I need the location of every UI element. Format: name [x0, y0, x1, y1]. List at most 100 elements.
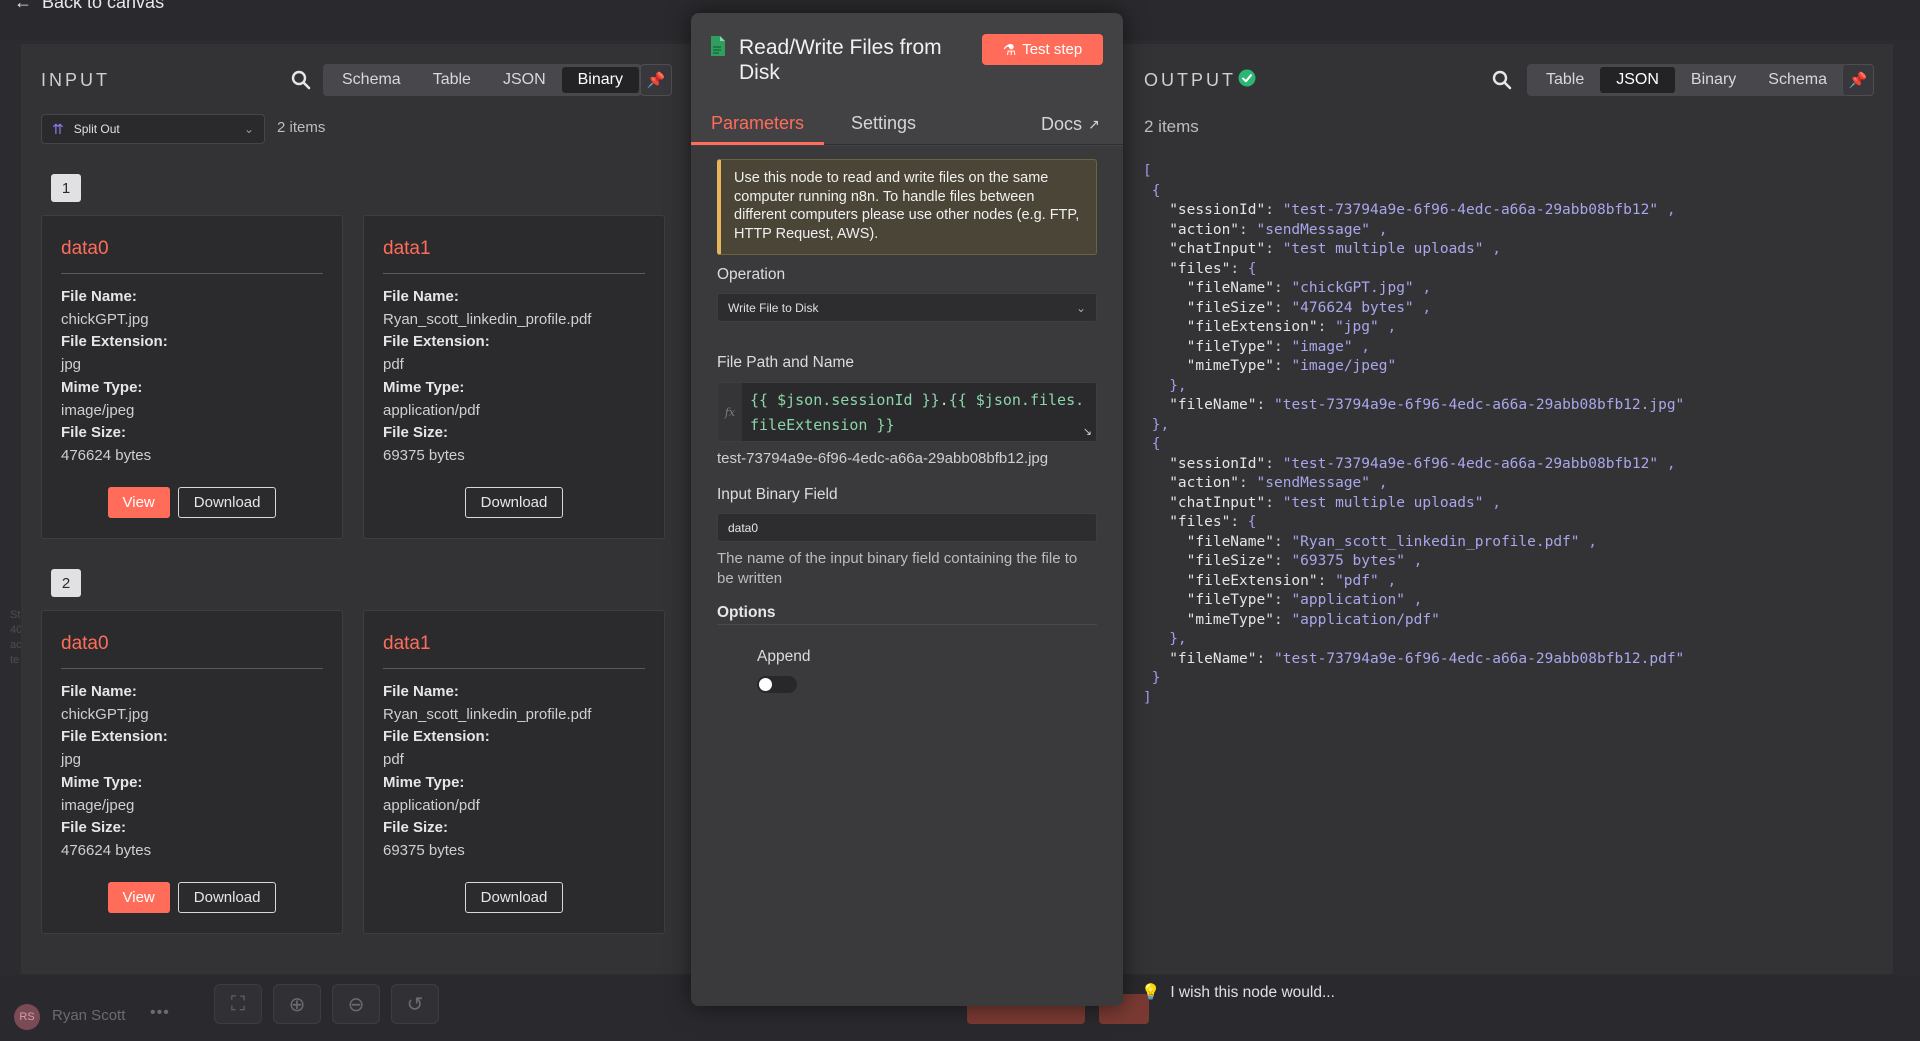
file-size-value: 476624 bytes: [61, 841, 152, 859]
binary-fields: File Name: chickGPT.jpg File Extension: …: [61, 286, 168, 468]
append-label: Append: [757, 648, 811, 665]
back-to-canvas-link[interactable]: ← Back to canvas: [14, 0, 164, 13]
expand-icon[interactable]: ↘: [1083, 425, 1092, 438]
binary-key: data1: [383, 238, 431, 259]
zoom-out-icon: ⊖: [347, 993, 365, 1016]
chevron-down-icon: ⌄: [243, 122, 254, 136]
binary-fields: File Name: Ryan_scott_linkedin_profile.p…: [383, 286, 591, 468]
input-items-count: 2 items: [277, 119, 326, 136]
split-out-icon: ⇈: [52, 120, 64, 137]
node-parameters-body: Use this node to read and write files on…: [691, 146, 1123, 1006]
file-path-expression: {{ $json.sessionId }}.{{ $json.files.fil…: [750, 391, 1085, 434]
download-button[interactable]: Download: [464, 882, 564, 913]
tab-json[interactable]: JSON: [1600, 67, 1675, 93]
item-index-badge: 1: [51, 174, 81, 202]
lightbulb-icon: 💡: [1141, 984, 1161, 1001]
file-path-result: test-73794a9e-6f96-4edc-a66a-29abb08bfb1…: [717, 450, 1049, 467]
zoom-out-button[interactable]: ⊖: [332, 984, 380, 1024]
reset-zoom-button[interactable]: ↺: [391, 984, 439, 1024]
output-view-tabs: Table JSON Binary Schema: [1527, 64, 1846, 96]
mime-type-value: application/pdf: [383, 401, 480, 419]
fullscreen-icon: ⛶: [231, 992, 245, 1015]
more-options-icon[interactable]: •••: [150, 1004, 170, 1022]
file-path-label: File Path and Name: [717, 354, 854, 371]
tab-settings[interactable]: Settings: [851, 103, 916, 145]
divider: [717, 624, 1097, 625]
test-step-button[interactable]: ⚗ Test step: [982, 34, 1103, 65]
binary-key: data0: [61, 633, 109, 654]
file-size-value: 69375 bytes: [383, 841, 465, 859]
search-icon[interactable]: [1488, 66, 1516, 94]
feedback-text: I wish this node would...: [1170, 983, 1335, 1001]
json-output-view: [ { "sessionId": "test-73794a9e-6f96-4ed…: [1143, 163, 1685, 706]
view-button[interactable]: View: [107, 487, 170, 518]
pin-icon: 📌: [646, 72, 666, 89]
operation-label: Operation: [717, 266, 786, 283]
zoom-to-fit-button[interactable]: ⛶: [214, 984, 262, 1024]
node-tabs: Parameters Settings Docs ↗: [691, 103, 1123, 145]
tab-binary[interactable]: Binary: [561, 67, 639, 93]
divider: [61, 273, 323, 274]
tab-parameters[interactable]: Parameters: [691, 103, 825, 145]
avatar[interactable]: RS: [14, 1004, 40, 1030]
zoom-in-icon: ⊕: [288, 993, 306, 1016]
chevron-down-icon: ⌄: [1075, 300, 1086, 315]
input-binary-help: The name of the input binary field conta…: [717, 550, 1078, 587]
pin-data-button[interactable]: 📌: [1842, 64, 1874, 96]
file-path-expression-input[interactable]: fx {{ $json.sessionId }}.{{ $json.files.…: [717, 382, 1097, 442]
operation-select[interactable]: Write File to Disk ⌄: [717, 293, 1097, 322]
tab-binary[interactable]: Binary: [1675, 67, 1752, 93]
file-size-value: 69375 bytes: [383, 446, 465, 464]
download-button[interactable]: Download: [177, 882, 277, 913]
test-step-label: Test step: [1022, 41, 1083, 58]
file-size-value: 476624 bytes: [61, 446, 152, 464]
arrow-left-icon: ←: [14, 0, 32, 12]
view-button[interactable]: View: [107, 882, 170, 913]
flask-icon: ⚗: [1002, 41, 1017, 59]
fx-icon: fx: [718, 383, 742, 441]
item-index-badge: 2: [51, 569, 81, 597]
tab-docs[interactable]: Docs ↗: [1041, 103, 1100, 145]
divider: [61, 668, 323, 669]
append-toggle[interactable]: [757, 676, 797, 693]
tab-schema[interactable]: Schema: [1752, 67, 1843, 93]
node-title[interactable]: Read/Write Files from Disk: [739, 35, 969, 85]
file-name-value: chickGPT.jpg: [61, 705, 149, 723]
file-name-value: chickGPT.jpg: [61, 310, 149, 328]
input-node-select[interactable]: ⇈ Split Out ⌄: [41, 114, 265, 144]
output-items-count: 2 items: [1144, 117, 1199, 136]
search-icon[interactable]: [287, 66, 315, 94]
binary-fields: File Name: Ryan_scott_linkedin_profile.p…: [383, 681, 591, 863]
file-icon: [711, 36, 725, 56]
binary-card: data0 File Name: chickGPT.jpg File Exten…: [41, 215, 343, 539]
feedback-link[interactable]: 💡 I wish this node would...: [1141, 983, 1335, 1002]
mime-type-value: image/jpeg: [61, 796, 135, 814]
output-title: OUTPUT: [1144, 70, 1236, 90]
tab-schema[interactable]: Schema: [326, 67, 417, 93]
file-extension-value: pdf: [383, 751, 404, 769]
mime-type-value: image/jpeg: [61, 401, 135, 419]
output-panel: OUTPUT Table JSON Binary Schema 📌 2 item…: [1123, 44, 1893, 974]
info-notice: Use this node to read and write files on…: [717, 159, 1097, 255]
tab-table[interactable]: Table: [1530, 67, 1600, 93]
binary-key: data0: [61, 238, 109, 259]
binary-card: data0 File Name: chickGPT.jpg File Exten…: [41, 610, 343, 934]
file-name-value: Ryan_scott_linkedin_profile.pdf: [383, 310, 592, 328]
toggle-knob: [759, 678, 772, 691]
pin-icon: 📌: [1848, 72, 1868, 89]
tab-json[interactable]: JSON: [487, 67, 562, 93]
input-view-tabs: Schema Table JSON Binary: [323, 64, 642, 96]
pin-data-button[interactable]: 📌: [640, 64, 672, 96]
success-check-icon: [1237, 68, 1257, 88]
zoom-in-button[interactable]: ⊕: [273, 984, 321, 1024]
user-name: Ryan Scott: [52, 1007, 126, 1024]
download-button[interactable]: Download: [464, 487, 564, 518]
input-binary-field[interactable]: data0: [717, 513, 1097, 542]
tab-table[interactable]: Table: [417, 67, 487, 93]
download-button[interactable]: Download: [177, 487, 277, 518]
node-parameters-panel: Read/Write Files from Disk ⚗ Test step P…: [691, 13, 1123, 1006]
file-extension-value: pdf: [383, 356, 404, 374]
file-extension-value: jpg: [61, 751, 82, 769]
input-binary-field-label: Input Binary Field: [717, 486, 838, 503]
input-title: INPUT: [41, 70, 110, 90]
